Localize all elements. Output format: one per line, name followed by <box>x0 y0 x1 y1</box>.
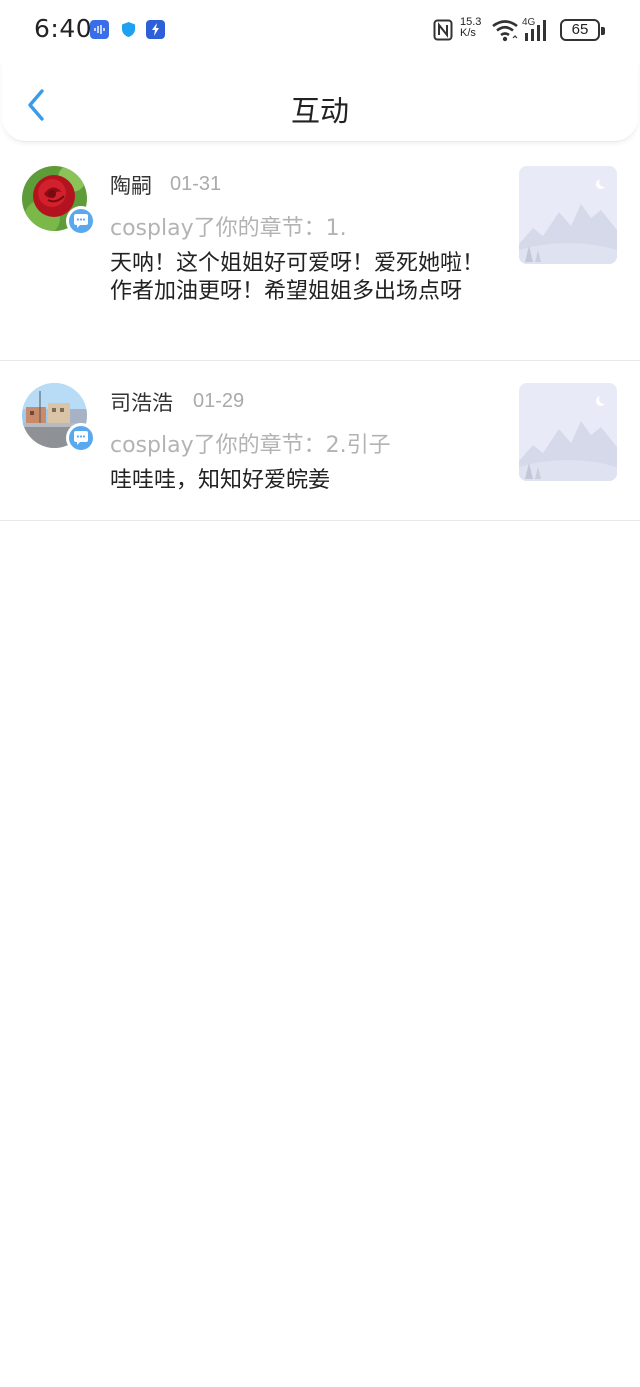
image-placeholder-icon <box>519 383 617 481</box>
chapter-line: cosplay了你的章节：2.引子 <box>110 433 391 458</box>
chat-bubble-icon <box>74 214 88 228</box>
chapter-line: cosplay了你的章节：1. <box>110 216 347 241</box>
nfc-icon <box>433 19 453 41</box>
post-date: 01-29 <box>193 390 245 412</box>
post-date: 01-31 <box>170 173 222 195</box>
battery-level: 65 <box>571 21 589 38</box>
list-item[interactable]: 司浩浩 01-29 cosplay了你的章节：2.引子 哇哇哇，知知好爱皖姜 <box>0 361 640 521</box>
top-navigation-bar: 互动 <box>2 62 638 142</box>
page-title: 互动 <box>290 94 349 128</box>
status-time: 6:40 <box>34 14 93 43</box>
avatar[interactable] <box>22 383 97 458</box>
wifi-icon <box>490 17 520 43</box>
battery-cap <box>601 27 605 35</box>
image-placeholder-icon <box>519 166 617 264</box>
shield-app-icon <box>119 20 138 39</box>
chat-bubble-icon <box>74 431 88 445</box>
user-name[interactable]: 司浩浩 <box>110 387 173 417</box>
avatar[interactable] <box>22 166 97 241</box>
battery-indicator: 65 <box>560 19 605 41</box>
interaction-list: 陶嗣 01-31 cosplay了你的章节：1. 天呐！这个姐姐好可爱呀！爱死她… <box>0 144 640 521</box>
signal-icon: 4G <box>522 17 552 43</box>
voice-app-icon <box>90 20 109 39</box>
list-item[interactable]: 陶嗣 01-31 cosplay了你的章节：1. 天呐！这个姐姐好可爱呀！爱死她… <box>0 144 640 361</box>
bolt-app-icon <box>146 20 165 39</box>
comment-text: 天呐！这个姐姐好可爱呀！爱死她啦！作者加油更呀！希望姐姐多出场点呀 <box>110 251 485 304</box>
user-name[interactable]: 陶嗣 <box>110 170 152 200</box>
comment-badge <box>66 206 96 236</box>
chapter-thumbnail[interactable] <box>519 166 617 264</box>
comment-badge <box>66 423 96 453</box>
comment-text: 哇哇哇，知知好爱皖姜 <box>110 468 331 493</box>
status-bar: 6:40 15.3 K/s 4G 65 <box>0 0 640 62</box>
chapter-thumbnail[interactable] <box>519 383 617 481</box>
